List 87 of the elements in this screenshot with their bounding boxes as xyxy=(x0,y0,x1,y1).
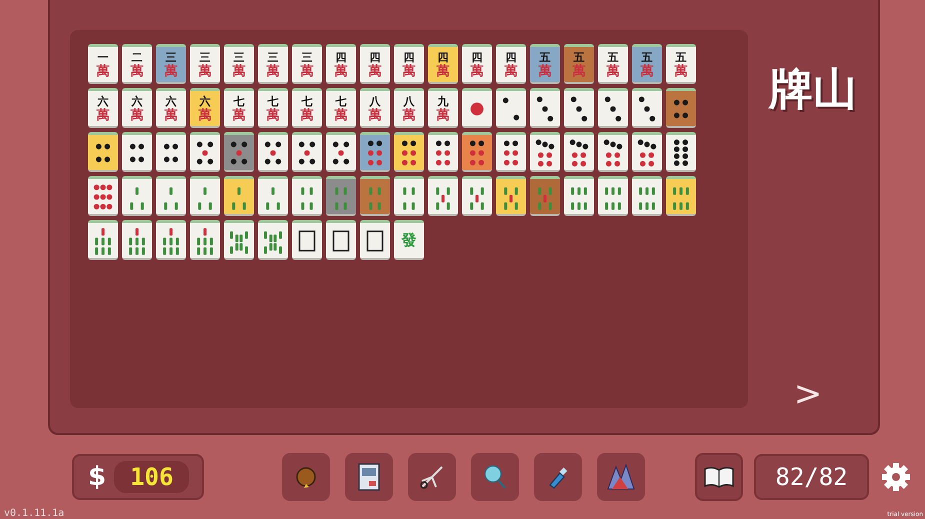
money-amount: 106 xyxy=(114,461,190,493)
tile-numeral: 五 xyxy=(608,50,618,64)
tile-numeral: 四 xyxy=(370,50,380,64)
tile-numeral: 五 xyxy=(574,50,584,64)
tile-numeral: 六 xyxy=(132,94,142,108)
tile-numeral: 七 xyxy=(268,94,278,108)
book-button[interactable] xyxy=(695,453,743,501)
tile-suit: 萬 xyxy=(300,108,314,122)
bamboo-sticks-icon xyxy=(92,226,114,256)
tile-numeral: 六 xyxy=(200,94,210,108)
tile-suit: 萬 xyxy=(198,108,212,122)
tile-numeral: 六 xyxy=(98,94,108,108)
tile-suit: 萬 xyxy=(334,108,348,122)
tile-suit: 萬 xyxy=(164,108,178,122)
card-icon xyxy=(357,463,381,491)
tile-suit: 萬 xyxy=(198,64,212,78)
tile-suit: 萬 xyxy=(300,64,314,78)
tile-numeral: 七 xyxy=(302,94,312,108)
tile-numeral: 七 xyxy=(234,94,244,108)
tile-suit: 萬 xyxy=(674,64,688,78)
item-button[interactable] xyxy=(597,453,645,501)
currency-symbol: $ xyxy=(88,462,106,492)
tile-numeral: 三 xyxy=(234,50,244,64)
item-button[interactable] xyxy=(345,453,393,501)
tile-suit: 萬 xyxy=(402,108,416,122)
tile-suit: 萬 xyxy=(96,64,110,78)
settings-icon[interactable] xyxy=(881,462,911,492)
tile-numeral: 四 xyxy=(438,50,448,64)
tile-suit: 萬 xyxy=(130,64,144,78)
tile-numeral: 四 xyxy=(472,50,482,64)
tile-suit: 萬 xyxy=(96,108,110,122)
tile-suit: 萬 xyxy=(266,108,280,122)
tile-numeral: 二 xyxy=(132,50,142,64)
tile-suit: 萬 xyxy=(504,64,518,78)
tile-numeral: 五 xyxy=(642,50,652,64)
tile-numeral: 六 xyxy=(166,94,176,108)
tile-numeral: 四 xyxy=(404,50,414,64)
page-title: 牌山 xyxy=(769,63,857,117)
dots-icon xyxy=(568,138,590,168)
tile-count: 82/82 xyxy=(754,454,869,500)
tile-numeral: 五 xyxy=(540,50,550,64)
tile-numeral: 四 xyxy=(506,50,516,64)
next-page-button[interactable]: > xyxy=(790,377,826,411)
tile-numeral: 九 xyxy=(438,94,448,108)
tile-numeral: 五 xyxy=(676,50,686,64)
tile-suit: 萬 xyxy=(402,64,416,78)
bamboo-sticks-icon xyxy=(160,226,182,256)
tile-numeral: 四 xyxy=(336,50,346,64)
item-button[interactable] xyxy=(471,453,519,501)
tile-suit: 萬 xyxy=(640,64,654,78)
dots-icon xyxy=(602,94,624,124)
tile-numeral: 三 xyxy=(302,50,312,64)
book-icon xyxy=(703,465,735,489)
tile-suit: 萬 xyxy=(470,64,484,78)
tile-suit: 萬 xyxy=(232,64,246,78)
tile-suit: 萬 xyxy=(368,64,382,78)
tile-suit: 萬 xyxy=(572,64,586,78)
dots-icon xyxy=(636,138,658,168)
tile-suit: 萬 xyxy=(436,108,450,122)
tile-numeral: 三 xyxy=(268,50,278,64)
tile-suit: 萬 xyxy=(164,64,178,78)
dots-icon xyxy=(534,138,556,168)
bamboo-sticks-icon xyxy=(126,226,148,256)
version-label: v0.1.11.1a xyxy=(4,508,64,519)
tile-suit: 萬 xyxy=(130,108,144,122)
tile-numeral: 三 xyxy=(200,50,210,64)
orb-icon xyxy=(294,465,318,489)
tile-suit: 萬 xyxy=(606,64,620,78)
tile-suit: 萬 xyxy=(334,64,348,78)
tile-numeral: 八 xyxy=(404,94,414,108)
tile-numeral: 七 xyxy=(336,94,346,108)
dots-icon xyxy=(568,94,590,124)
tile-numeral: 一 xyxy=(98,50,108,64)
dots-icon xyxy=(534,94,556,124)
tile-suit: 萬 xyxy=(436,64,450,78)
tile-suit: 萬 xyxy=(266,64,280,78)
dots-icon xyxy=(602,138,624,168)
tile-suit: 萬 xyxy=(232,108,246,122)
tile-suit: 萬 xyxy=(538,64,552,78)
bamboo-sticks-icon xyxy=(194,226,216,256)
tile-numeral: 八 xyxy=(370,94,380,108)
dots-icon xyxy=(636,94,658,124)
tile-numeral: 三 xyxy=(166,50,176,64)
tile-glyph: 發 xyxy=(402,231,416,250)
dots-icon xyxy=(92,182,114,212)
item-button[interactable] xyxy=(408,453,456,501)
tile-suit: 萬 xyxy=(368,108,382,122)
